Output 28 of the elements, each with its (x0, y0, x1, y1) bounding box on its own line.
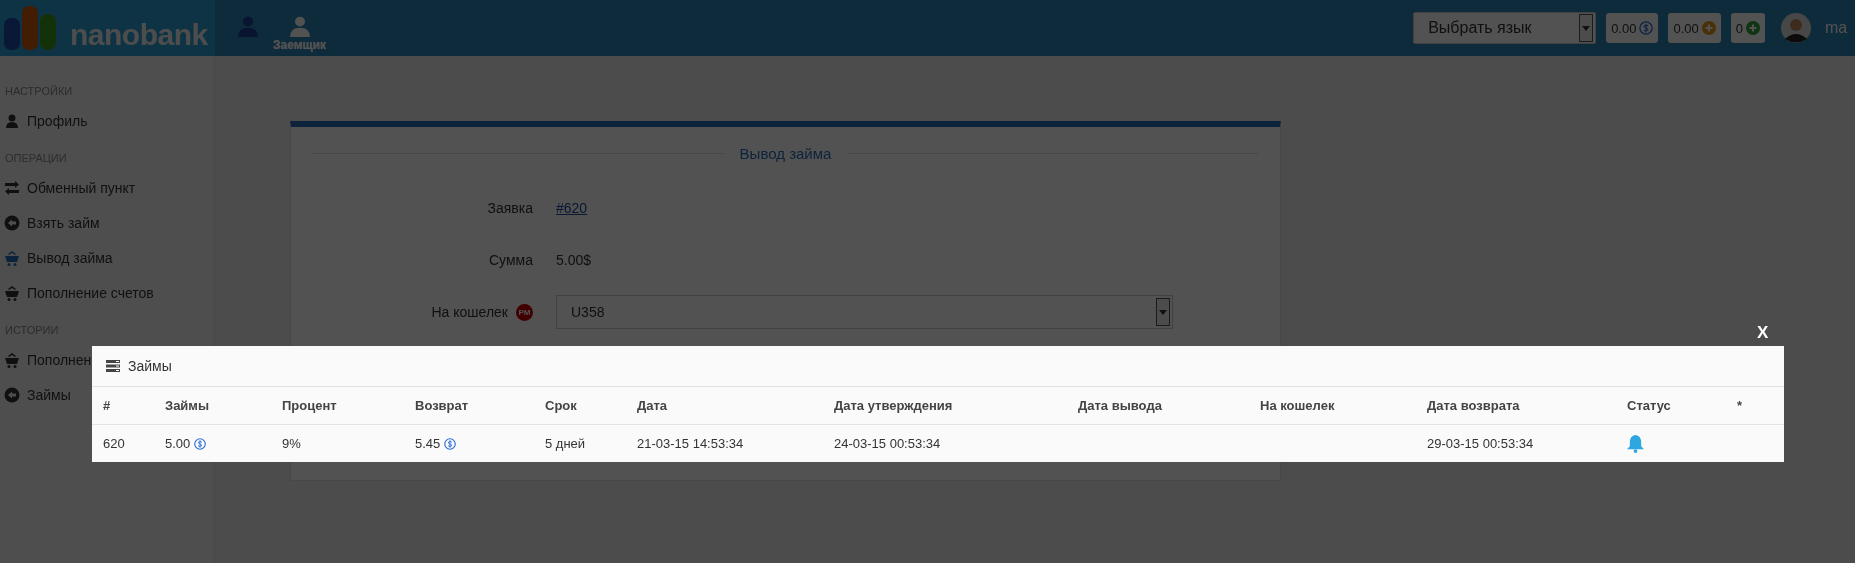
field-value: 5.00$ (556, 252, 592, 268)
field-label: На кошелек (431, 304, 508, 320)
column-header: Дата вывода (1078, 398, 1163, 413)
table-cell: 5.00 (165, 436, 191, 451)
table-cell-text: 24-03-15 00:53:34 (834, 436, 942, 451)
table-cell-text: 620 (103, 436, 126, 451)
field-label: Заявка (487, 200, 533, 216)
column-header: Возврат (415, 398, 470, 413)
table-cell-text: 9% (282, 436, 302, 451)
modal-title: Займы (128, 358, 172, 374)
wallet-badge: PM (516, 303, 533, 321)
table-cell: 5.45 (415, 436, 441, 451)
table-cell-text: 29-03-15 00:53:34 (1427, 436, 1535, 451)
column-header: Дата (637, 398, 669, 413)
card-title: Вывод займа (739, 145, 832, 162)
column-header: На кошелек (1260, 398, 1336, 413)
column-header: Займы (165, 398, 211, 413)
table-cell-text: 21-03-15 14:53:34 (637, 436, 745, 451)
column-header: # (103, 398, 112, 413)
field-label: Сумма (489, 252, 533, 268)
column-header: Процент (282, 398, 338, 413)
table-cell-text: 5 дней (545, 436, 587, 451)
column-header: Дата утверждения (834, 398, 954, 413)
column-header: * (1737, 398, 1744, 413)
column-header: Статус (1627, 398, 1672, 413)
column-header: Дата возврата (1427, 398, 1521, 413)
column-header: Срок (545, 398, 578, 413)
role-label: Заемщик (273, 38, 327, 52)
